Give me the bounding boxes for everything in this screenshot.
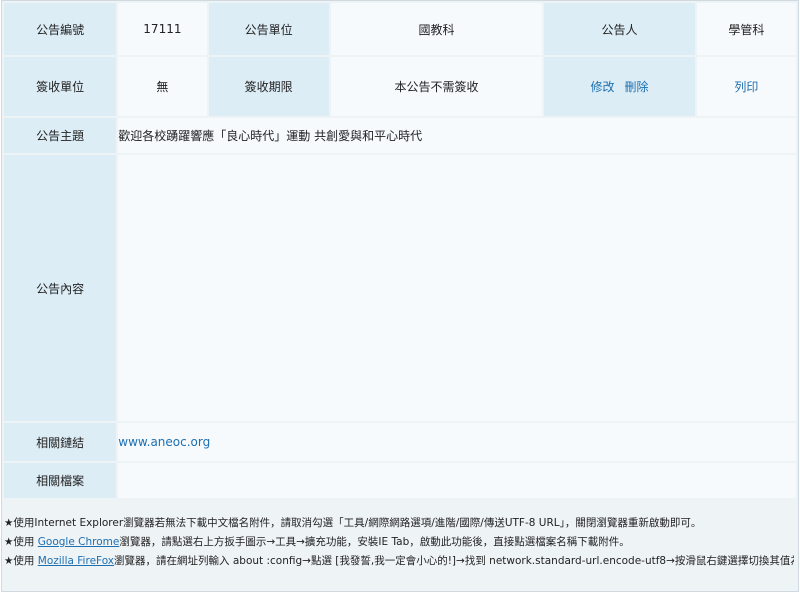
sign-deadline-value: 本公告不需簽收 xyxy=(330,57,543,116)
related-files-row: 相關檔案 xyxy=(4,463,796,498)
content-body xyxy=(118,155,796,421)
edit-link[interactable]: 修改 xyxy=(591,80,615,94)
notice-id-row: 公告編號 17111 公告單位 國教科 公告人 學管科 xyxy=(4,3,796,55)
notice-unit-label: 公告單位 xyxy=(208,3,329,55)
publisher-value: 學管科 xyxy=(696,3,796,55)
note-ie-text: 使用Internet Explorer瀏覽器若無法下載中文檔名附件，請取消勾選「… xyxy=(13,517,702,529)
notice-table: 公告編號 17111 公告單位 國教科 公告人 學管科 簽收單位 無 簽收期限 … xyxy=(2,1,798,500)
notice-detail-panel: 公告編號 17111 公告單位 國教科 公告人 學管科 簽收單位 無 簽收期限 … xyxy=(1,0,799,592)
star-icon: ★ xyxy=(4,555,14,567)
related-link-row: 相關鏈結 www.aneoc.org xyxy=(4,423,796,461)
content-label: 公告內容 xyxy=(4,155,117,421)
note-chrome: ★使用 Google Chrome瀏覽器，請點選右上方扳手圖示→工具→擴充功能，… xyxy=(4,533,794,552)
related-files-value xyxy=(118,463,796,498)
related-link[interactable]: www.aneoc.org xyxy=(118,435,210,449)
related-link-label: 相關鏈結 xyxy=(4,423,117,461)
print-link[interactable]: 列印 xyxy=(734,80,758,94)
note-chrome-text: 瀏覽器，請點選右上方扳手圖示→工具→擴充功能，安裝IE Tab，啟動此功能後，直… xyxy=(119,536,630,548)
print-cell: 列印 xyxy=(696,57,796,116)
note-firefox: ★使用 Mozilla FireFox瀏覽器，請在網址列輸入 about :co… xyxy=(4,552,794,571)
publisher-label: 公告人 xyxy=(544,3,695,55)
edit-delete-cell: 修改 刪除 xyxy=(544,57,695,116)
delete-link[interactable]: 刪除 xyxy=(625,80,649,94)
subject-value: 歡迎各校踴躍響應「良心時代」運動 共創愛與和平心時代 xyxy=(118,118,796,153)
sign-unit-label: 簽收單位 xyxy=(4,57,117,116)
content-row: 公告內容 xyxy=(4,155,796,421)
notice-id-value: 17111 xyxy=(118,3,207,55)
sign-row: 簽收單位 無 簽收期限 本公告不需簽收 修改 刪除 列印 xyxy=(4,57,796,116)
subject-row: 公告主題 歡迎各校踴躍響應「良心時代」運動 共創愛與和平心時代 xyxy=(4,118,796,153)
note-ie: ★使用Internet Explorer瀏覽器若無法下載中文檔名附件，請取消勾選… xyxy=(4,514,794,533)
note-chrome-prefix: 使用 xyxy=(13,536,38,548)
notice-unit-value: 國教科 xyxy=(330,3,543,55)
sign-unit-value: 無 xyxy=(118,57,207,116)
related-files-label: 相關檔案 xyxy=(4,463,117,498)
sign-deadline-label: 簽收期限 xyxy=(208,57,329,116)
note-firefox-text: 瀏覽器，請在網址列輸入 about :config→點選 [我發誓,我一定會小心… xyxy=(114,555,794,567)
subject-label: 公告主題 xyxy=(4,118,117,153)
mozilla-firefox-link[interactable]: Mozilla FireFox xyxy=(38,555,114,567)
google-chrome-link[interactable]: Google Chrome xyxy=(38,536,120,548)
browser-notes: ★使用Internet Explorer瀏覽器若無法下載中文檔名附件，請取消勾選… xyxy=(4,514,794,571)
related-link-cell: www.aneoc.org xyxy=(118,423,796,461)
note-firefox-prefix: 使用 xyxy=(13,555,38,567)
notice-id-label: 公告編號 xyxy=(4,3,117,55)
star-icon: ★ xyxy=(4,536,14,548)
star-icon: ★ xyxy=(4,517,14,529)
